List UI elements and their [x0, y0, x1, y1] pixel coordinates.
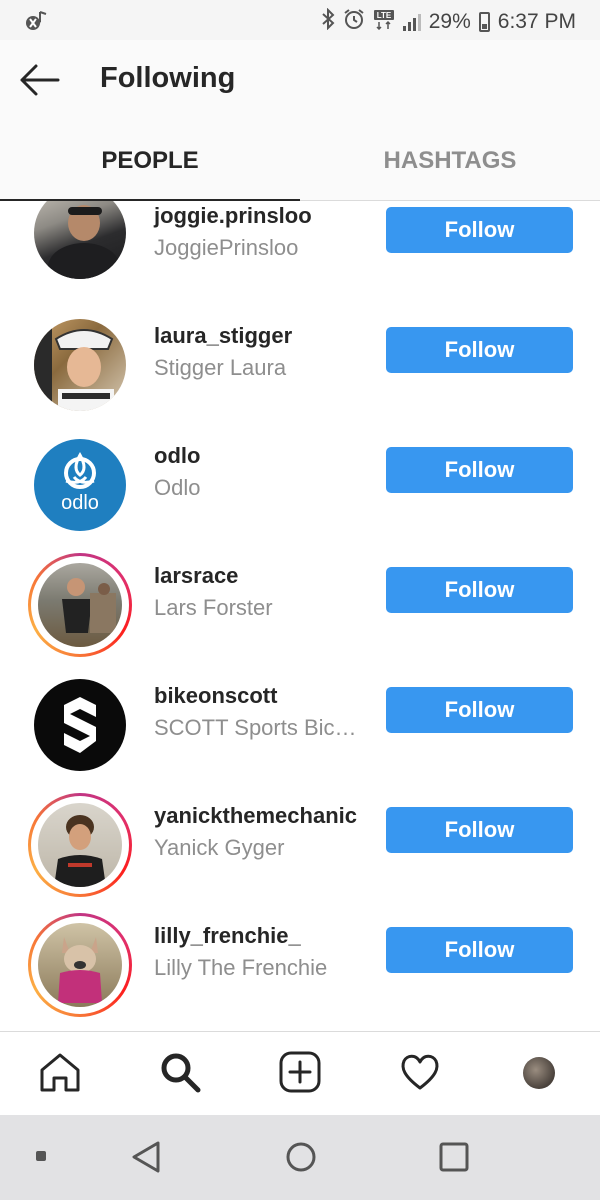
odlo-logo: odlo [34, 439, 126, 531]
lte-icon: LTE [373, 8, 395, 35]
username[interactable]: lilly_frenchie_ [154, 923, 301, 949]
avatar[interactable] [30, 201, 130, 283]
battery-icon [478, 11, 490, 32]
overview-square-icon[interactable] [438, 1139, 470, 1180]
follow-button[interactable]: Follow [386, 807, 573, 853]
search-icon[interactable] [158, 1050, 202, 1094]
bluetooth-music-icon [24, 8, 50, 38]
list-item: larsrace Lars Forster Follow [0, 553, 600, 673]
signal-icon [402, 13, 421, 31]
avatar[interactable] [30, 315, 130, 415]
back-triangle-icon[interactable] [130, 1139, 162, 1180]
back-arrow-icon[interactable] [14, 58, 64, 102]
bluetooth-icon [321, 7, 335, 35]
avatar[interactable] [28, 793, 132, 897]
status-bar: LTE 29% 6:37 PM [0, 0, 600, 40]
tab-hashtags[interactable]: HASHTAGS [300, 120, 600, 200]
full-name: Lilly The Frenchie [154, 955, 328, 980]
list-item: bikeonscott SCOTT Sports Bicycles Follow [0, 673, 600, 793]
list-item: laura_stigger Stigger Laura Follow [0, 313, 600, 433]
home-icon[interactable] [38, 1050, 82, 1094]
follow-button[interactable]: Follow [386, 447, 573, 493]
full-name: JoggiePrinsloo [154, 235, 299, 260]
username[interactable]: yanickthemechanic [154, 803, 357, 829]
full-name: Lars Forster [154, 595, 273, 620]
follow-button[interactable]: Follow [386, 567, 573, 613]
follow-button[interactable]: Follow [386, 687, 573, 733]
username[interactable]: joggie.prinsloo [154, 203, 312, 229]
username[interactable]: odlo [154, 443, 200, 469]
full-name: Stigger Laura [154, 355, 287, 380]
following-list[interactable]: joggie.prinsloo JoggiePrinsloo Follow la… [0, 201, 600, 1030]
bottom-nav [0, 1031, 600, 1116]
home-circle-icon[interactable] [284, 1139, 318, 1180]
alarm-icon [343, 8, 365, 35]
list-item: lilly_frenchie_ Lilly The Frenchie Follo… [0, 913, 600, 1030]
follow-button[interactable]: Follow [386, 927, 573, 973]
activity-heart-icon[interactable] [398, 1050, 442, 1094]
header: Following [0, 40, 600, 120]
svg-text:odlo: odlo [61, 492, 99, 514]
tab-bar: PEOPLE HASHTAGS [0, 120, 600, 201]
avatar[interactable]: odlo [30, 435, 130, 535]
avatar[interactable] [30, 675, 130, 775]
list-item: joggie.prinsloo JoggiePrinsloo Follow [0, 201, 600, 313]
add-post-icon[interactable] [278, 1050, 322, 1094]
recents-dot[interactable] [36, 1151, 46, 1161]
follow-button[interactable]: Follow [386, 327, 573, 373]
username[interactable]: laura_stigger [154, 323, 292, 349]
scott-logo [34, 679, 126, 771]
clock: 6:37 PM [497, 9, 576, 33]
page-title: Following [100, 62, 236, 94]
list-item: yanickthemechanic Yanick Gyger Follow [0, 793, 600, 913]
avatar[interactable] [28, 553, 132, 657]
tab-people[interactable]: PEOPLE [0, 120, 300, 201]
full-name: SCOTT Sports Bicycles [154, 715, 366, 740]
full-name: Yanick Gyger [154, 835, 285, 860]
system-nav-bar [0, 1115, 600, 1200]
battery-percent: 29% [428, 9, 471, 33]
list-item: odlo odlo Odlo Follow [0, 433, 600, 553]
svg-text:LTE: LTE [376, 11, 391, 20]
avatar[interactable] [28, 913, 132, 1017]
username[interactable]: larsrace [154, 563, 238, 589]
follow-button[interactable]: Follow [386, 207, 573, 253]
username[interactable]: bikeonscott [154, 683, 277, 709]
profile-avatar[interactable] [523, 1057, 555, 1089]
full-name: Odlo [154, 475, 201, 500]
